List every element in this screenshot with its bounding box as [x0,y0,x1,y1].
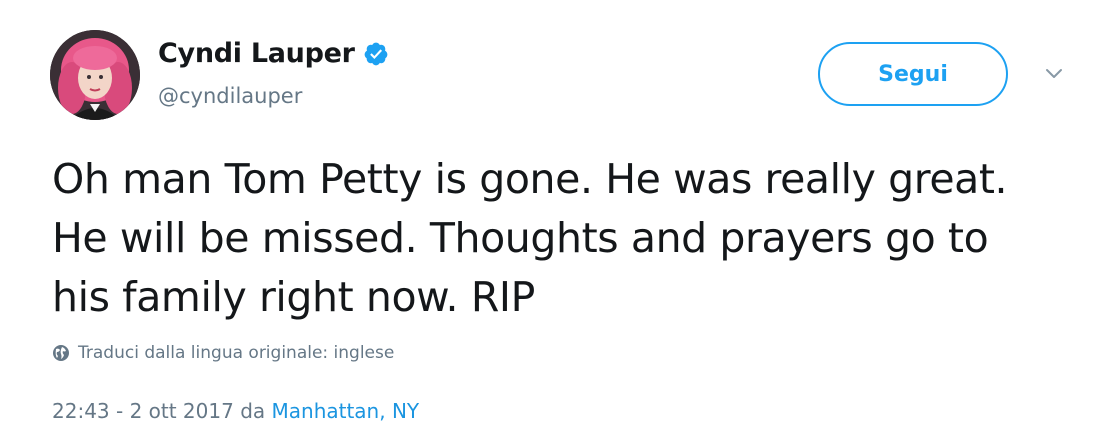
author-display-name[interactable]: Cyndi Lauper [158,38,355,69]
globe-icon [52,344,70,362]
translate-label[interactable]: Traduci dalla lingua originale: inglese [78,343,394,363]
chevron-down-icon[interactable] [1042,66,1066,82]
avatar-image [50,30,140,120]
author-handle[interactable]: @cyndilauper [158,84,302,108]
translate-link[interactable]: Traduci dalla lingua originale: inglese [52,343,394,363]
follow-button[interactable]: Segui [818,42,1008,106]
tweet-meta: 22:43 - 2 ott 2017 da Manhattan, NY [52,399,419,423]
tweet-card: Cyndi Lauper @cyndilauper Segui Oh man T… [0,0,1104,439]
tweet-timestamp[interactable]: 22:43 - 2 ott 2017 [52,399,234,423]
tweet-text: Oh man Tom Petty is gone. He was really … [52,155,1008,321]
location-link[interactable]: Manhattan, NY [272,399,420,423]
verified-badge-icon [363,41,389,67]
location-prefix: da [240,399,266,423]
author-name-row[interactable]: Cyndi Lauper [158,38,389,69]
avatar[interactable] [50,30,140,120]
